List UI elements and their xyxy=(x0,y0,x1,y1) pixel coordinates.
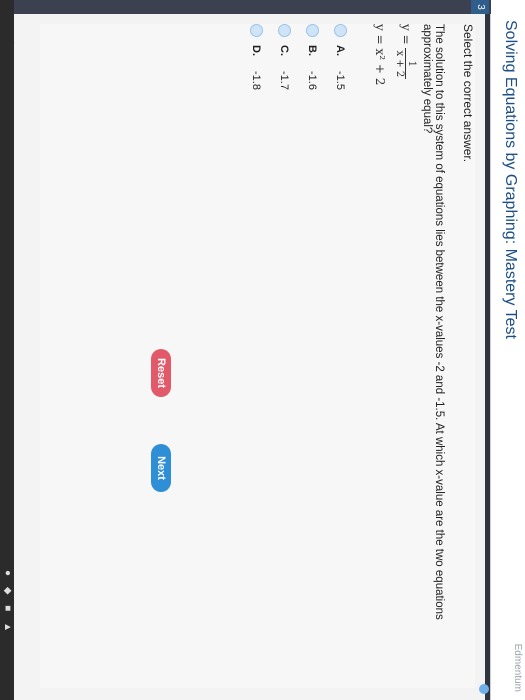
option-c[interactable]: C. -1.7 xyxy=(278,24,291,90)
question-prompt: The solution to this system of equations… xyxy=(421,24,445,620)
help-icon[interactable] xyxy=(479,684,489,694)
taskbar: ● ◆ ■ ▲ xyxy=(0,0,14,700)
fraction-numerator: 1 xyxy=(405,48,417,80)
radio-button[interactable] xyxy=(306,24,319,37)
equation-2: y = x² + 2 xyxy=(373,24,387,85)
option-d[interactable]: D. -1.8 xyxy=(250,24,263,90)
equation-1-lhs: y xyxy=(399,24,413,31)
equation-2-rhs: x² + 2 xyxy=(373,48,387,86)
option-letter: D. xyxy=(250,45,263,56)
next-button[interactable]: Next xyxy=(151,444,171,492)
option-value: -1.8 xyxy=(250,71,263,90)
brand-logo: Edmentum xyxy=(512,643,523,692)
equation-1: y = 1 x + 2 xyxy=(394,24,417,80)
header-bar: Solving Equations by Graphing: Mastery T… xyxy=(490,0,525,700)
side-strip xyxy=(0,0,491,14)
reset-button[interactable]: Reset xyxy=(151,349,171,397)
option-value: -1.5 xyxy=(334,71,347,90)
option-letter: B. xyxy=(306,45,319,56)
question-panel: Select the correct answer. The solution … xyxy=(40,24,475,688)
tray-icons: ● ◆ ■ ▲ xyxy=(2,570,13,637)
question-number-badge[interactable]: 3 xyxy=(471,0,489,14)
radio-button[interactable] xyxy=(278,24,291,37)
equals-sign: = xyxy=(373,34,387,49)
radio-button[interactable] xyxy=(334,24,347,37)
rotated-screen: Solving Equations by Graphing: Mastery T… xyxy=(0,0,525,700)
radio-button[interactable] xyxy=(250,24,263,37)
fraction-denominator: x + 2 xyxy=(394,50,405,78)
page-title: Solving Equations by Graphing: Mastery T… xyxy=(502,20,519,339)
equals-sign: = xyxy=(399,34,413,49)
option-letter: A. xyxy=(334,45,347,56)
option-a[interactable]: A. -1.5 xyxy=(334,24,347,90)
fraction: 1 x + 2 xyxy=(394,48,417,80)
option-value: -1.6 xyxy=(306,71,319,90)
instruction-text: Select the correct answer. xyxy=(461,24,475,163)
option-letter: C. xyxy=(278,45,291,56)
equation-2-lhs: y xyxy=(373,24,387,31)
option-value: -1.7 xyxy=(278,71,291,90)
option-b[interactable]: B. -1.6 xyxy=(306,24,319,90)
